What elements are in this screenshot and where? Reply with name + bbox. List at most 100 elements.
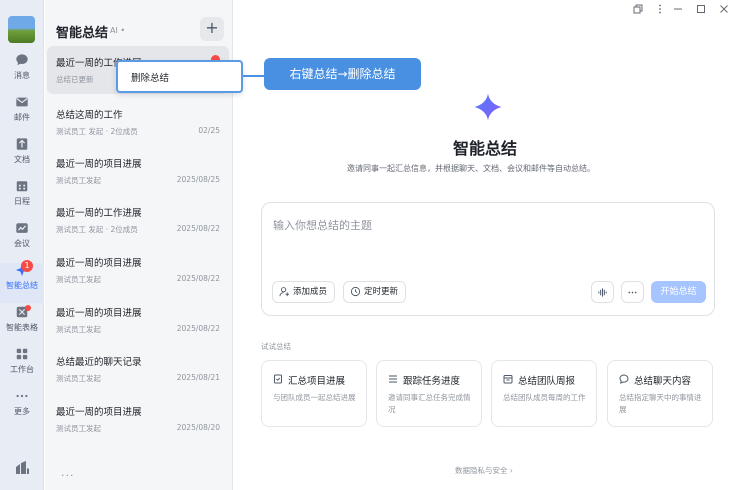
list-item-title: 最近一周的项目进展 bbox=[56, 407, 142, 418]
notification-dot bbox=[25, 305, 31, 311]
suggestions-label: 试试总结 bbox=[261, 342, 291, 351]
more-vertical-icon[interactable] bbox=[655, 4, 665, 14]
new-summary-button[interactable]: + bbox=[200, 17, 224, 41]
page-title: 智能总结 bbox=[453, 139, 518, 158]
suggestion-card[interactable]: 跟踪任务进度 邀请同事汇总任务完成情况 bbox=[376, 360, 482, 427]
list-item[interactable]: 总结这周的工作 测试员工 发起 · 2位成员 02/25 bbox=[47, 98, 229, 146]
restore-window-icon[interactable] bbox=[633, 4, 643, 14]
list-item-subtitle: 测试员工 发起 · 2位成员 bbox=[56, 127, 138, 136]
video-meeting-icon bbox=[16, 223, 28, 233]
summary-composer: 输入你想总结的主题 添加成员 定时更新 开始总结 bbox=[261, 202, 715, 316]
list-item-date: 2025/08/20 bbox=[176, 423, 220, 432]
list-item-subtitle: 测试员工发起 bbox=[56, 424, 101, 433]
add-member-button[interactable]: 添加成员 bbox=[272, 281, 336, 303]
list-item-date: 2025/08/22 bbox=[176, 324, 220, 333]
rail-label: 工作台 bbox=[10, 365, 34, 374]
list-item-date: 2025/08/21 bbox=[176, 373, 220, 382]
list-item[interactable]: 最近一周的项目进展 测试员工发起 2025/08/20 bbox=[47, 395, 229, 443]
unread-badge: 1 bbox=[21, 260, 33, 272]
card-description: 总结指定聊天中的事情进展 bbox=[619, 393, 702, 414]
suggestion-card[interactable]: 总结团队周报 总结团队成员每周的工作 bbox=[491, 360, 597, 427]
more-dots-icon bbox=[16, 394, 28, 398]
context-menu: 删除总结 bbox=[116, 60, 243, 93]
document-icon bbox=[16, 138, 28, 150]
list-lines-icon bbox=[389, 375, 397, 383]
list-item-subtitle: 测试员工发起 bbox=[56, 275, 101, 284]
list-item[interactable]: 总结最近的聊天记录 测试员工发起 2025/08/21 bbox=[47, 345, 229, 393]
rail-label: 智能总结 bbox=[6, 281, 38, 290]
list-item-date: 02/25 bbox=[198, 126, 220, 135]
panel-more[interactable]: ... bbox=[61, 466, 75, 479]
rail-label: 文档 bbox=[14, 155, 30, 164]
minimize-icon[interactable] bbox=[673, 4, 683, 14]
topic-input[interactable]: 输入你想总结的主题 bbox=[273, 217, 372, 233]
more-options-button[interactable] bbox=[621, 281, 644, 303]
list-item-subtitle: 测试员工 发起 · 2位成员 bbox=[56, 225, 138, 234]
card-title: 跟踪任务进度 bbox=[403, 376, 461, 387]
voice-input-button[interactable] bbox=[591, 281, 614, 303]
list-item[interactable]: 最近一周的项目进展 测试员工发起 2025/08/22 bbox=[47, 296, 229, 344]
list-item-subtitle: 测试员工发起 bbox=[56, 325, 101, 334]
callout-connector bbox=[243, 75, 264, 77]
list-item-title: 总结最近的聊天记录 bbox=[56, 357, 142, 368]
close-icon[interactable] bbox=[719, 4, 729, 14]
add-user-icon bbox=[279, 287, 290, 297]
waveform-icon bbox=[598, 288, 607, 297]
rail-item-workbench[interactable]: 工作台 bbox=[0, 347, 44, 387]
sparkle-logo-icon bbox=[474, 93, 502, 121]
org-building-icon[interactable] bbox=[14, 460, 30, 476]
ai-tag: AI • bbox=[110, 26, 126, 35]
chat-bubble-icon bbox=[619, 374, 629, 384]
calendar-icon bbox=[16, 181, 28, 192]
rail-label: 日程 bbox=[14, 197, 30, 206]
card-description: 与团队成员一起总结进展 bbox=[273, 393, 356, 402]
rail-item-messages[interactable]: 消息 bbox=[0, 53, 44, 93]
annotation-callout: 右键总结→删除总结 bbox=[264, 58, 421, 90]
rail-label: 会议 bbox=[14, 239, 30, 248]
suggestion-card[interactable]: 汇总项目进展 与团队成员一起总结进展 bbox=[261, 360, 367, 427]
rail-item-calendar[interactable]: 日程 bbox=[0, 179, 44, 219]
rail-item-meetings[interactable]: 会议 bbox=[0, 221, 44, 261]
avatar[interactable] bbox=[8, 16, 35, 43]
privacy-link[interactable]: 数据隐私与安全 › bbox=[455, 465, 513, 476]
page-subtitle: 邀请同事一起汇总信息，并根据聊天、文档、会议和邮件等自动总结。 bbox=[347, 164, 595, 173]
card-title: 汇总项目进展 bbox=[288, 376, 346, 387]
list-item-date: 2025/08/22 bbox=[176, 274, 220, 283]
card-title: 总结聊天内容 bbox=[634, 376, 692, 387]
list-item-title: 最近一周的项目进展 bbox=[56, 159, 142, 170]
clock-refresh-icon bbox=[350, 286, 361, 297]
rail-item-mail[interactable]: 邮件 bbox=[0, 95, 44, 135]
scheduled-update-button[interactable]: 定时更新 bbox=[343, 281, 407, 303]
list-item-date: 2025/08/22 bbox=[176, 224, 220, 233]
list-item[interactable]: 最近一周的工作进展 测试员工 发起 · 2位成员 2025/08/22 bbox=[47, 196, 229, 244]
chat-bubble-icon bbox=[16, 54, 28, 66]
list-item-subtitle: 测试员工发起 bbox=[56, 176, 101, 185]
start-summary-button[interactable]: 开始总结 bbox=[651, 281, 706, 303]
list-item[interactable]: 最近一周的项目进展 测试员工发起 2025/08/22 bbox=[47, 246, 229, 294]
rail-item-smart-summary[interactable]: 1 智能总结 bbox=[0, 260, 44, 303]
rail-item-docs[interactable]: 文档 bbox=[0, 137, 44, 177]
list-item-subtitle: 测试员工发起 bbox=[56, 374, 101, 383]
more-dots-icon bbox=[628, 291, 637, 294]
rail-label: 邮件 bbox=[14, 113, 30, 122]
card-description: 邀请同事汇总任务完成情况 bbox=[388, 393, 471, 414]
list-item-title: 总结这周的工作 bbox=[56, 110, 123, 121]
list-item-date: 2025/08/25 bbox=[176, 175, 220, 184]
add-member-label: 添加成员 bbox=[293, 287, 328, 297]
rail-label: 更多 bbox=[14, 407, 30, 416]
rail-item-more[interactable]: 更多 bbox=[0, 389, 44, 429]
mail-icon bbox=[16, 97, 28, 107]
suggestion-card[interactable]: 总结聊天内容 总结指定聊天中的事情进展 bbox=[607, 360, 713, 427]
card-title: 总结团队周报 bbox=[518, 376, 576, 387]
rail-item-smart-table[interactable]: 智能表格 bbox=[0, 305, 44, 345]
delete-summary-option[interactable]: 删除总结 bbox=[131, 70, 169, 84]
calendar-icon bbox=[503, 375, 513, 384]
rail-label: 消息 bbox=[14, 71, 30, 80]
maximize-icon[interactable] bbox=[696, 4, 706, 14]
list-item-title: 最近一周的项目进展 bbox=[56, 258, 142, 269]
list-item-title: 最近一周的项目进展 bbox=[56, 308, 142, 319]
list-item-title: 最近一周的工作进展 bbox=[56, 208, 142, 219]
card-description: 总结团队成员每周的工作 bbox=[503, 393, 586, 402]
list-item[interactable]: 最近一周的项目进展 测试员工发起 2025/08/25 bbox=[47, 147, 229, 195]
list-item-subtitle: 总结已更新 bbox=[56, 75, 94, 84]
